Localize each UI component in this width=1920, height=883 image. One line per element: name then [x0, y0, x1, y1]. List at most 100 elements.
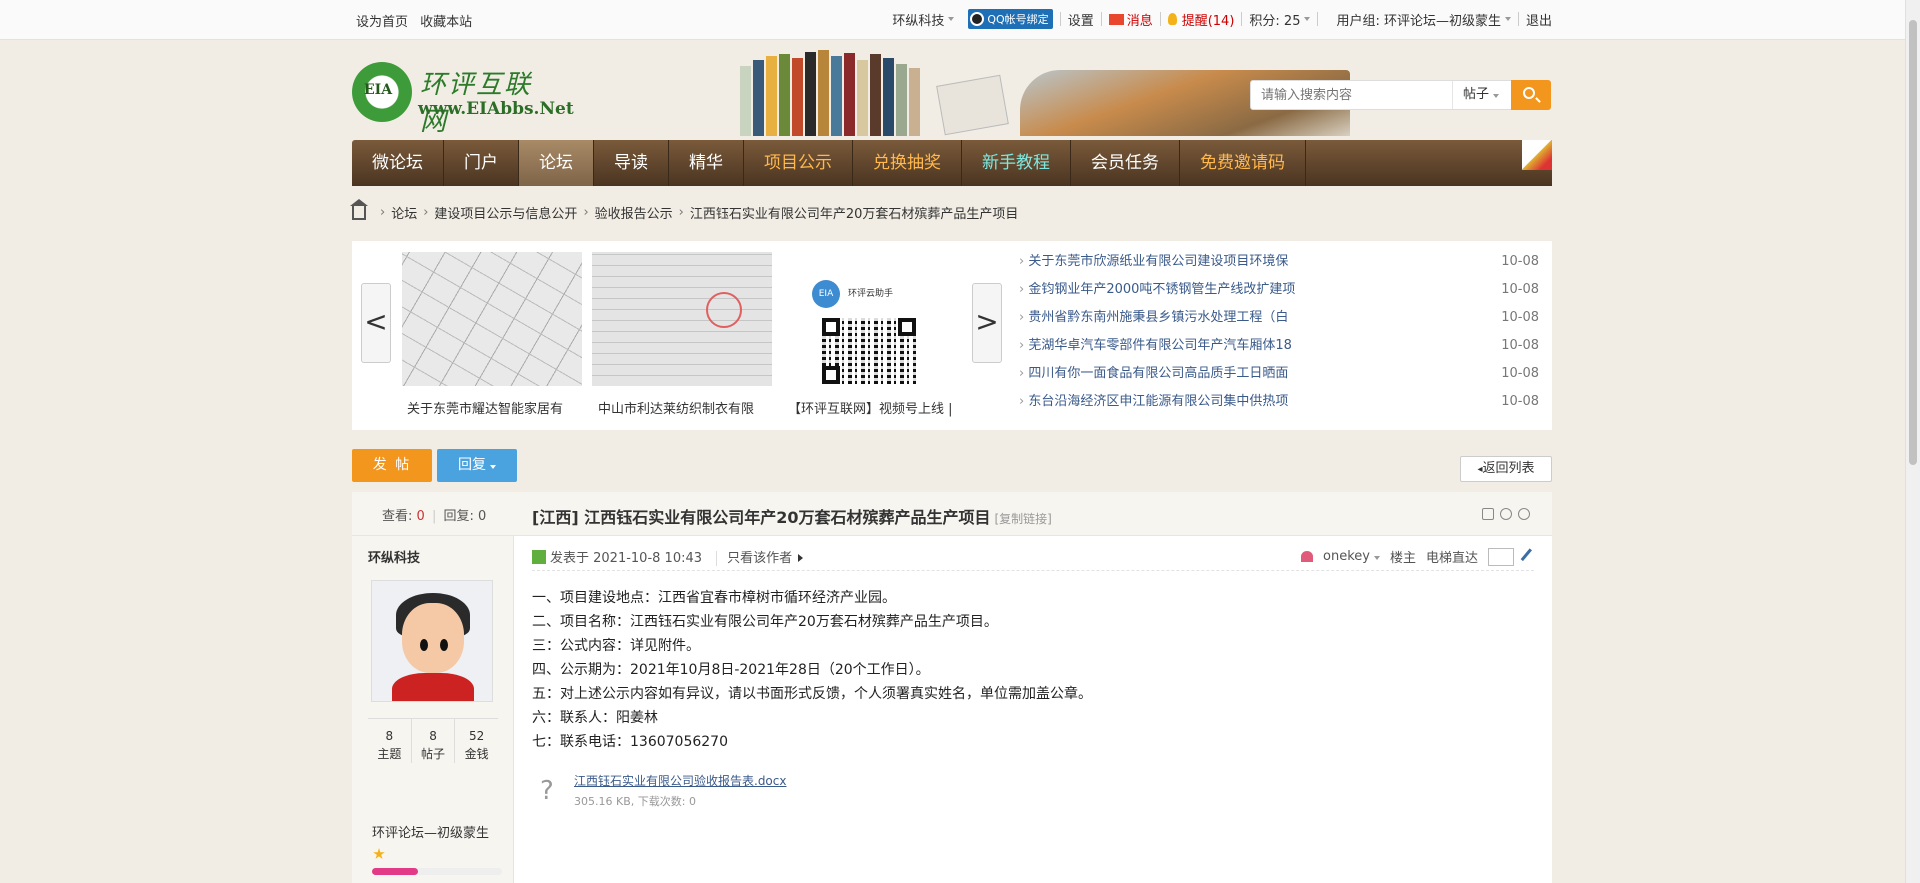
top-links: 设为首页 收藏本站 [356, 11, 480, 30]
page-curl-icon [1522, 140, 1552, 170]
nav-label: 新手教程 [982, 153, 1050, 173]
post-content: 一、项目建设地点：江西省宜春市樟树市循环经济产业园。 二、项目名称：江西钰石实业… [532, 586, 1092, 754]
news-title[interactable]: 贵州省黔东南州施秉县乡镇污水处理工程（白 [1019, 307, 1329, 335]
views-label: 查看: [382, 509, 413, 524]
news-title[interactable]: 关于东莞市欣源纸业有限公司建设项目环境保 [1019, 251, 1329, 279]
post-meta-actions: onekey 楼主 电梯直达 [1301, 547, 1538, 566]
search-button[interactable] [1511, 80, 1551, 110]
attachment-link[interactable]: 江西钰石实业有限公司验收报告表.docx [574, 772, 786, 789]
points-dropdown[interactable]: 积分: 25 [1242, 10, 1317, 29]
bookmark-link[interactable]: 收藏本站 [420, 15, 472, 30]
nav-item-member-tasks[interactable]: 会员任务 [1071, 140, 1180, 186]
author-coins[interactable]: 52 金钱 [454, 719, 498, 763]
only-author-link[interactable]: 只看该作者 [716, 551, 804, 566]
page-scrollbar[interactable] [1905, 0, 1920, 883]
site-logo[interactable]: EIA 环评互联网 www.EIAbbs.Net [352, 60, 574, 137]
nav-item-invite-code[interactable]: 免费邀请码 [1180, 140, 1306, 186]
news-title[interactable]: 芜湖华卓汽车零部件有限公司年产汽车厢体18 [1019, 335, 1329, 363]
author-posts[interactable]: 8 帖子 [410, 719, 455, 763]
stamp-icon [706, 292, 742, 328]
nav-item-portal[interactable]: 门户 [444, 140, 519, 186]
settings-label: 设置 [1067, 13, 1094, 29]
slide-caption[interactable]: 【环评互联网】视频号上线 | [788, 398, 970, 417]
nav-item-digest[interactable]: 精华 [669, 140, 744, 186]
user-group-label: 用户组: 环评论坛—初级蒙生 [1336, 13, 1501, 29]
avatar[interactable] [371, 580, 493, 702]
copy-link[interactable]: [复制链接] [994, 512, 1051, 526]
coins-count: 52 [469, 729, 485, 743]
set-home-link[interactable]: 设为首页 [356, 15, 408, 30]
post-tools [1482, 508, 1530, 520]
search-type-select[interactable]: 帖子 [1452, 81, 1512, 109]
list-item: 金钧钢业年产2000吨不锈钢管生产线改扩建项 10-08 [1019, 279, 1539, 307]
chevron-down-icon [1373, 556, 1380, 560]
nav-label: 微论坛 [372, 153, 423, 173]
nav-item-weiluntan[interactable]: 微论坛 [352, 140, 444, 186]
username-label: 环纵科技 [892, 13, 945, 29]
floor-jump-input[interactable] [1488, 547, 1514, 566]
new-post-button[interactable]: 发 帖 [352, 449, 432, 482]
nav-item-guide[interactable]: 导读 [594, 140, 669, 186]
news-title[interactable]: 金钧钢业年产2000吨不锈钢管生产线改扩建项 [1019, 279, 1329, 307]
slide-thumbnail[interactable] [592, 252, 772, 386]
slide-caption[interactable]: 中山市利达莱纺织制衣有限 [598, 398, 780, 417]
messages-label: 消息 [1126, 13, 1153, 29]
topics-label: 主题 [377, 747, 402, 761]
search-input[interactable] [1251, 81, 1451, 109]
logout-label: 退出 [1525, 13, 1552, 29]
qq-bind-button[interactable]: QQ帐号绑定 [968, 9, 1053, 29]
reminders-link[interactable]: 提醒(14) [1161, 10, 1242, 29]
user-dropdown[interactable]: 环纵科技 [885, 10, 961, 29]
home-icon[interactable] [350, 198, 368, 220]
eia-globe-icon: EIA [352, 62, 412, 122]
replies-label: 回复: [443, 509, 474, 524]
breadcrumb-item[interactable]: 建设项目公示与信息公开 [434, 203, 577, 222]
replies-count: 0 [478, 509, 487, 524]
nav-item-project-notice[interactable]: 项目公示 [744, 140, 853, 186]
coins-label: 金钱 [464, 747, 489, 761]
nav-item-lottery[interactable]: 兑换抽奖 [853, 140, 962, 186]
content-line: 四、公示期为：2021年10月8日-2021年28日（20个工作日）。 [532, 662, 930, 678]
breadcrumb-item[interactable]: 论坛 [391, 203, 417, 222]
slide-thumbnail[interactable] [402, 252, 582, 386]
news-date: 10-08 [1501, 366, 1539, 381]
onekey-label: onekey [1323, 549, 1370, 564]
carousel-prev-button[interactable]: < [361, 283, 391, 363]
wrench-icon[interactable] [1520, 547, 1538, 566]
top-bar: 设为首页 收藏本站 环纵科技 QQ帐号绑定 设置 消息 提醒(14) 积分: 2… [0, 0, 1905, 40]
nav-item-tutorial[interactable]: 新手教程 [962, 140, 1071, 186]
author-topics[interactable]: 8 主题 [368, 719, 411, 763]
slide-thumbnail[interactable]: EIA 环评云助手 [782, 252, 962, 386]
post-container: 查看: 0 | 回复: 0 [江西] 江西钰石实业有限公司年产20万套石材殡葬产… [352, 492, 1552, 883]
prev-thread-icon[interactable] [1500, 508, 1512, 520]
news-title[interactable]: 四川有你一面食品有限公司高品质手工日晒面 [1019, 363, 1329, 391]
print-icon[interactable] [1482, 508, 1494, 520]
search-icon [1523, 87, 1535, 99]
carousel-next-button[interactable]: > [972, 283, 1002, 363]
slide-caption[interactable]: 关于东莞市耀达智能家居有 [407, 398, 589, 417]
user-group-dropdown[interactable]: 用户组: 环评论坛—初级蒙生 [1318, 10, 1518, 29]
author-group[interactable]: 环评论坛—初级蒙生 [372, 822, 489, 841]
content-line: 六：联系人：阳姜林 [532, 710, 658, 726]
reply-button[interactable]: 回复 [437, 449, 517, 482]
messages-link[interactable]: 消息 [1102, 10, 1160, 29]
settings-link[interactable]: 设置 [1061, 10, 1101, 29]
floor-label: 楼主 [1389, 551, 1416, 566]
breadcrumb: › 论坛 › 建设项目公示与信息公开 › 验收报告公示 › 江西钰石实业有限公司年产20… [350, 198, 1019, 222]
news-date: 10-08 [1501, 394, 1539, 409]
nav-item-forum[interactable]: 论坛 [519, 140, 594, 186]
breadcrumb-item[interactable]: 江西钰石实业有限公司年产20万套石材殡葬产品生产项目 [690, 203, 1019, 222]
breadcrumb-item[interactable]: 验收报告公示 [595, 203, 673, 222]
news-title[interactable]: 东台沿海经济区申江能源有限公司集中供热项 [1019, 391, 1329, 419]
back-to-list-button[interactable]: ◂返回列表 [1460, 456, 1552, 482]
user-menu: 环纵科技 QQ帐号绑定 设置 消息 提醒(14) 积分: 25 用户组: 环评论… [885, 9, 1552, 29]
logout-link[interactable]: 退出 [1519, 10, 1552, 29]
next-thread-icon[interactable] [1518, 508, 1530, 520]
post-title-text: [江西] 江西钰石实业有限公司年产20万套石材殡葬产品生产项目 [532, 508, 991, 527]
author-name[interactable]: 环纵科技 [368, 547, 420, 566]
onekey-dropdown[interactable]: onekey [1323, 549, 1380, 564]
scrollbar-thumb[interactable] [1909, 20, 1917, 465]
list-item: 四川有你一面食品有限公司高品质手工日晒面 10-08 [1019, 363, 1539, 391]
chevron-down-icon [1493, 94, 1500, 98]
mail-icon [1108, 13, 1124, 25]
